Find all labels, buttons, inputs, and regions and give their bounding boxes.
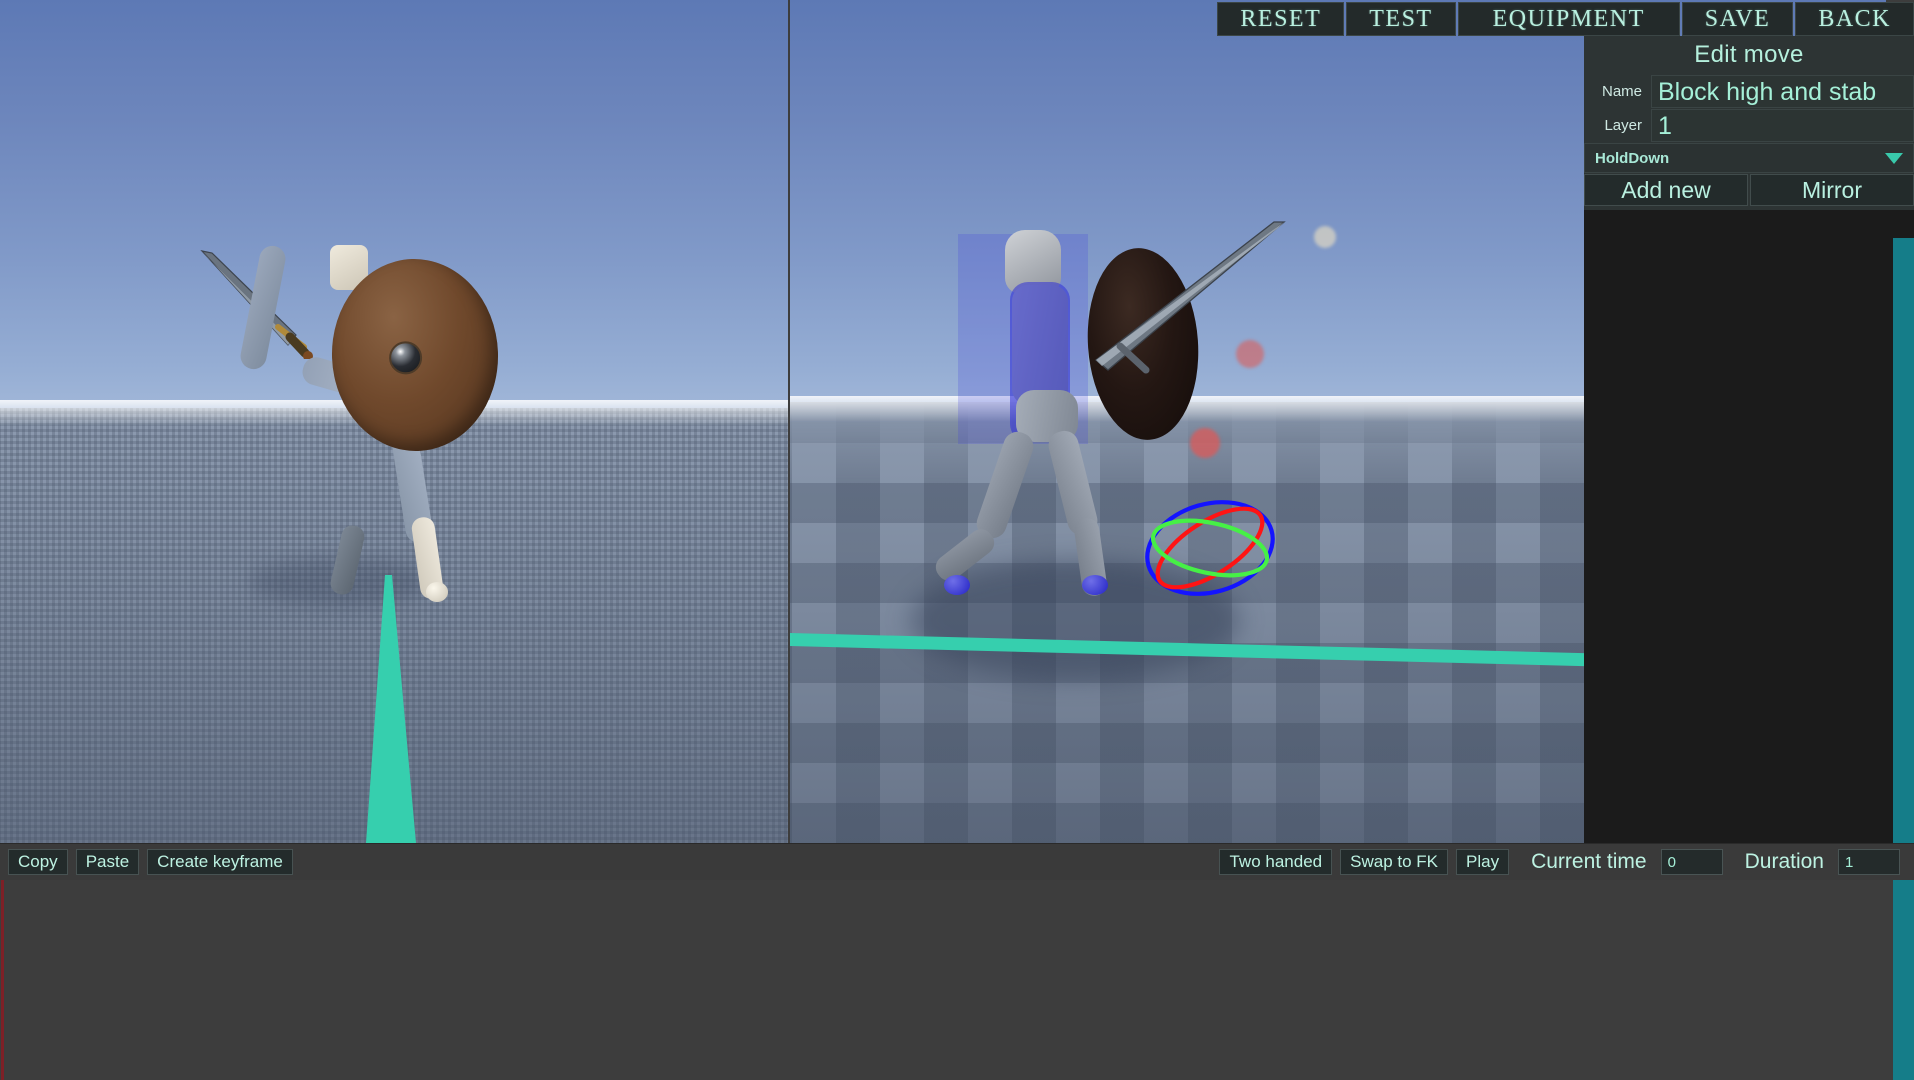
rotation-gizmo[interactable] bbox=[1130, 488, 1290, 608]
create-keyframe-button[interactable]: Create keyframe bbox=[147, 849, 293, 875]
header-toolbar: RESET TEST EQUIPMENT SAVE BACK bbox=[1217, 2, 1914, 36]
save-button[interactable]: SAVE bbox=[1681, 2, 1794, 36]
leg-left-lower bbox=[328, 523, 367, 597]
viewport-left[interactable] bbox=[0, 0, 788, 843]
copy-button[interactable]: Copy bbox=[8, 849, 68, 875]
layer-label: Layer bbox=[1584, 109, 1651, 142]
gizmo-ring-y bbox=[1150, 518, 1270, 578]
gizmo-ring-x bbox=[1155, 506, 1265, 590]
toolbar-right-group: Two handed Swap to FK Play Current time … bbox=[1211, 849, 1914, 875]
name-field-row: Name Block high and stab bbox=[1584, 75, 1914, 108]
foot-right-handle[interactable] bbox=[1082, 575, 1108, 595]
two-handed-button[interactable]: Two handed bbox=[1219, 849, 1333, 875]
back-button[interactable]: BACK bbox=[1795, 2, 1914, 36]
add-new-button[interactable]: Add new bbox=[1584, 174, 1748, 206]
name-label: Name bbox=[1584, 75, 1651, 108]
character-front[interactable] bbox=[200, 243, 502, 605]
chevron-down-icon bbox=[1885, 152, 1903, 164]
name-input[interactable]: Block high and stab bbox=[1651, 75, 1914, 108]
character-posed[interactable] bbox=[930, 221, 1300, 600]
trigger-type-dropdown[interactable]: HoldDown bbox=[1584, 143, 1914, 173]
reset-button[interactable]: RESET bbox=[1217, 2, 1345, 36]
bottom-toolbar: Copy Paste Create keyframe Two handed Sw… bbox=[0, 843, 1914, 880]
timeline-playhead[interactable] bbox=[1, 880, 4, 1080]
current-time-input[interactable]: 0 bbox=[1660, 849, 1723, 875]
page-title: Edit move bbox=[1694, 41, 1804, 68]
layer-input[interactable]: 1 bbox=[1651, 109, 1914, 142]
sword-icon bbox=[1094, 221, 1286, 374]
duration-input[interactable]: 1 bbox=[1838, 849, 1900, 875]
edit-move-panel: Edit move Name Block high and stab Layer… bbox=[1584, 36, 1914, 843]
gizmo-ring-z bbox=[1145, 500, 1275, 596]
panel-action-buttons: Add new Mirror bbox=[1584, 174, 1914, 206]
timeline-scroll-strip[interactable] bbox=[1893, 880, 1914, 1080]
foot-left-handle[interactable] bbox=[944, 575, 970, 595]
trigger-type-value: HoldDown bbox=[1595, 149, 1670, 167]
app-root: RESET TEST EQUIPMENT SAVE BACK Edit move… bbox=[0, 0, 1914, 1080]
equipment-button[interactable]: EQUIPMENT bbox=[1457, 2, 1680, 36]
mirror-button[interactable]: Mirror bbox=[1750, 174, 1914, 206]
paste-button[interactable]: Paste bbox=[75, 849, 140, 875]
shield-boss bbox=[388, 340, 423, 375]
test-button[interactable]: TEST bbox=[1346, 2, 1456, 36]
swap-to-fk-button[interactable]: Swap to FK bbox=[1340, 849, 1448, 875]
current-time-label: Current time bbox=[1531, 850, 1647, 873]
ik-target-dot-tan[interactable] bbox=[1314, 226, 1336, 248]
play-button[interactable]: Play bbox=[1456, 849, 1510, 875]
timeline-panel[interactable] bbox=[0, 880, 1914, 1080]
layer-field-row: Layer 1 bbox=[1584, 109, 1914, 142]
panel-scroll-strip[interactable] bbox=[1893, 238, 1914, 843]
duration-label: Duration bbox=[1744, 850, 1824, 873]
leg-left-upper bbox=[972, 428, 1038, 542]
foot-right bbox=[426, 582, 448, 602]
panel-header: Edit move Name Block high and stab Layer… bbox=[1584, 36, 1914, 210]
